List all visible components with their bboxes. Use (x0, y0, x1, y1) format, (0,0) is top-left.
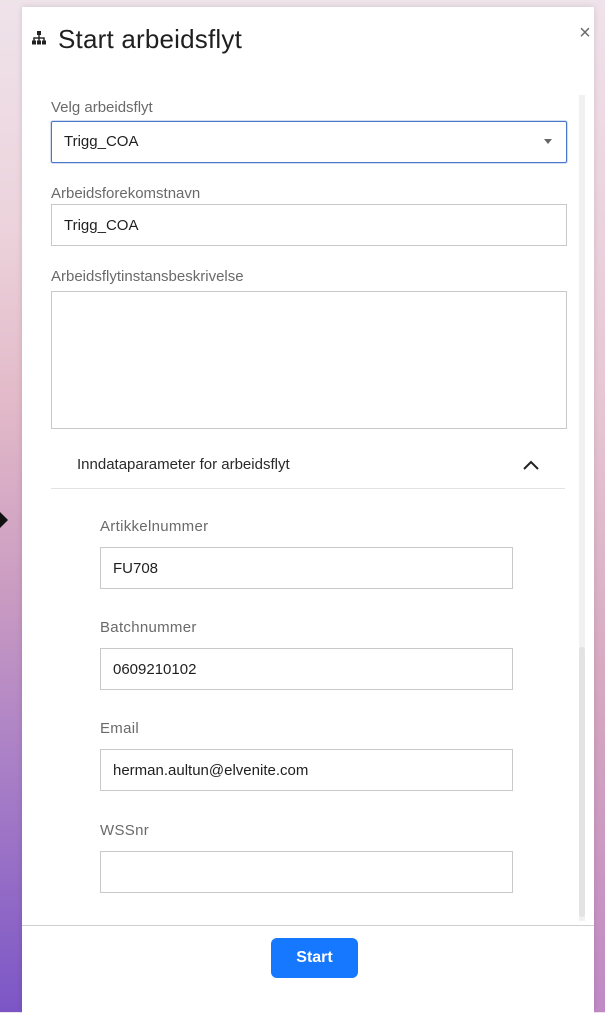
start-workflow-dialog: Start arbeidsflyt × Velg arbeidsflyt Tri… (22, 7, 594, 1013)
instance-name-label: Arbeidsforekomstnavn (51, 185, 201, 202)
description-label: Arbeidsflytinstansbeskrivelse (51, 268, 244, 285)
chevron-up-icon[interactable] (521, 455, 541, 475)
caret-down-icon (544, 139, 552, 144)
email-input[interactable] (100, 749, 513, 791)
start-button[interactable]: Start (271, 938, 358, 978)
scrollbar-thumb[interactable] (579, 647, 585, 917)
article-number-label: Artikkelnummer (100, 518, 209, 535)
params-accordion-header[interactable]: Inndataparameter for arbeidsflyt (51, 443, 565, 489)
instance-name-input[interactable] (51, 204, 567, 246)
workflow-select-value: Trigg_COA (64, 133, 139, 150)
workflow-select-label: Velg arbeidsflyt (51, 99, 153, 116)
dialog-body: Velg arbeidsflyt Trigg_COA Arbeidsforeko… (22, 87, 594, 925)
edge-arrow-icon (0, 512, 8, 528)
params-section-title: Inndataparameter for arbeidsflyt (77, 456, 290, 473)
dialog-title: Start arbeidsflyt (58, 24, 243, 54)
sitemap-icon (31, 30, 47, 46)
wssnr-label: WSSnr (100, 822, 150, 839)
description-textarea[interactable] (51, 291, 567, 429)
background-strip (594, 0, 605, 1012)
batch-number-input[interactable] (100, 648, 513, 690)
workflow-select[interactable]: Trigg_COA (51, 121, 567, 163)
wssnr-input[interactable] (100, 851, 513, 893)
email-label: Email (100, 720, 140, 737)
dialog-header: Start arbeidsflyt × (22, 7, 594, 77)
close-icon[interactable]: × (576, 22, 594, 44)
dialog-footer: Start (22, 925, 594, 1013)
article-number-input[interactable] (100, 547, 513, 589)
batch-number-label: Batchnummer (100, 619, 197, 636)
